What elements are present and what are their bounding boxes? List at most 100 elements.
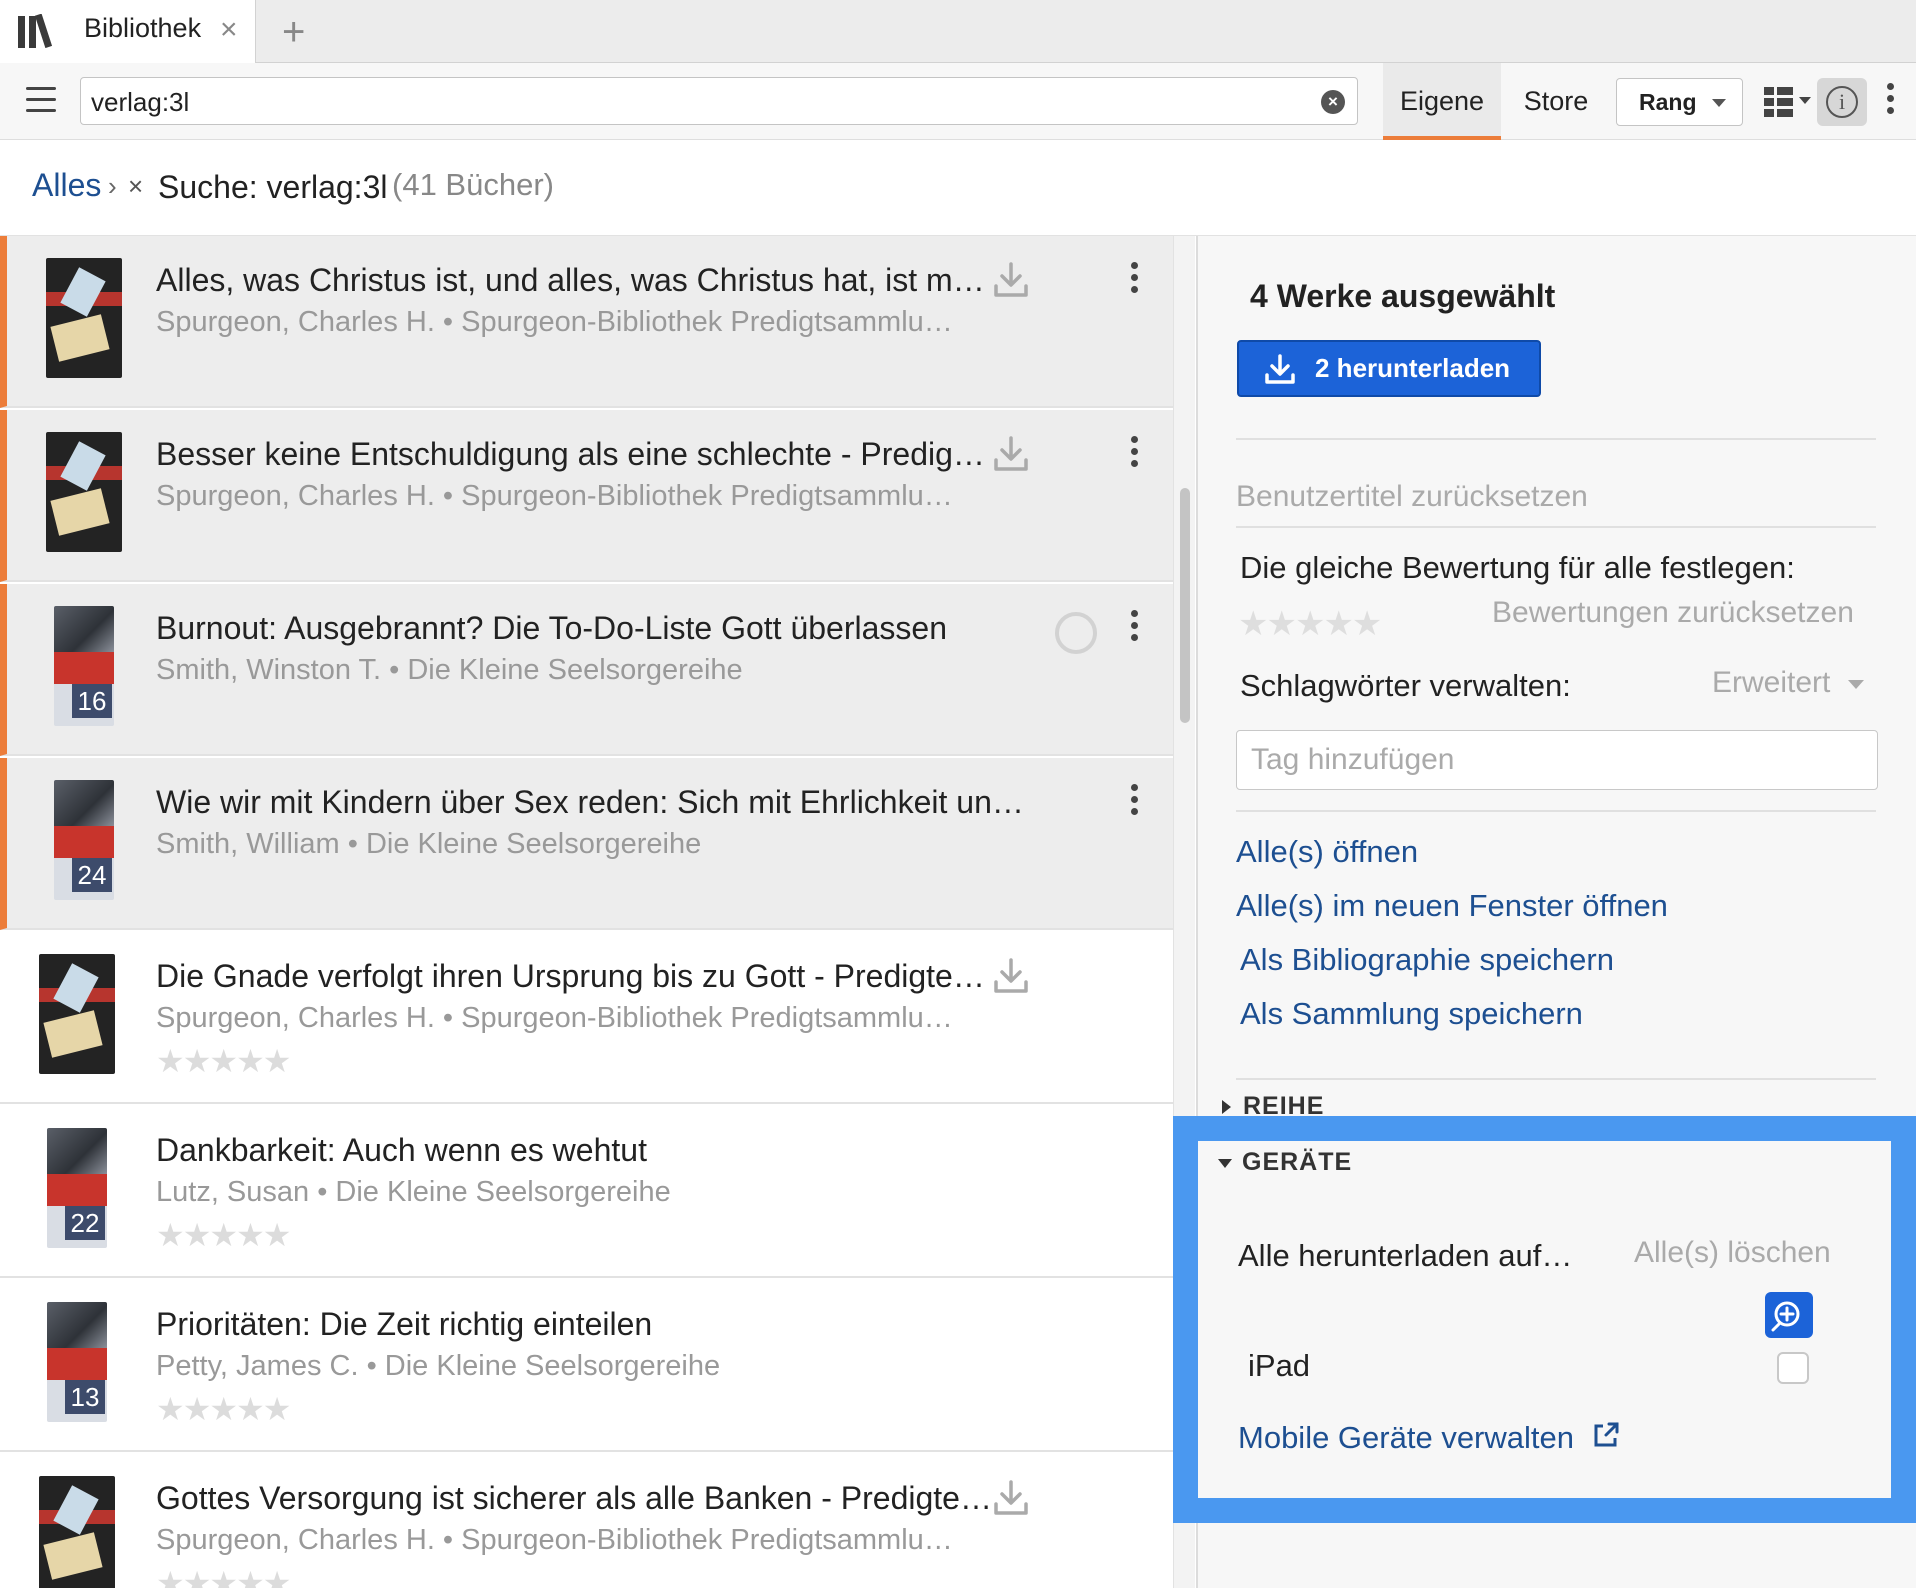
book-cover bbox=[39, 954, 115, 1074]
book-row[interactable]: Die Gnade verfolgt ihren Ursprung bis zu… bbox=[0, 932, 1173, 1104]
book-title: Besser keine Entschuldigung als eine sch… bbox=[156, 436, 985, 472]
cover-number: 13 bbox=[65, 1380, 105, 1414]
download-icon[interactable] bbox=[992, 434, 1030, 474]
book-row[interactable]: 13 Prioritäten: Die Zeit richtig einteile… bbox=[0, 1280, 1173, 1452]
device-name: iPad bbox=[1248, 1348, 1311, 1383]
open-all-link[interactable]: Alle(s) öffnen bbox=[1236, 834, 1418, 870]
book-subtitle: Spurgeon, Charles H. • Spurgeon-Biblioth… bbox=[156, 1524, 953, 1556]
book-list: Alles, was Christus ist, und alles, was … bbox=[0, 236, 1173, 1588]
row-more-options-icon[interactable] bbox=[1124, 784, 1144, 824]
book-cover: 24 bbox=[54, 780, 114, 900]
breadcrumb-all-link[interactable]: Alles bbox=[32, 167, 101, 204]
loading-spinner-icon bbox=[1055, 612, 1097, 654]
external-link-icon bbox=[1594, 1422, 1619, 1447]
delete-all-link[interactable]: Alle(s) löschen bbox=[1634, 1236, 1831, 1270]
book-row[interactable]: 16 Burnout: Ausgebrannt? Die To-Do-Liste … bbox=[0, 584, 1173, 756]
manage-devices-label: Mobile Geräte verwalten bbox=[1238, 1420, 1574, 1455]
book-rating-stars[interactable]: ★★★★★ bbox=[156, 1564, 291, 1588]
tab-own[interactable]: Eigene bbox=[1383, 63, 1501, 140]
book-subtitle: Petty, James C. • Die Kleine Seelsorgere… bbox=[156, 1350, 721, 1382]
view-mode-icon[interactable] bbox=[1764, 85, 1814, 117]
book-title: Prioritäten: Die Zeit richtig einteilen bbox=[156, 1306, 653, 1342]
toolbar: × Eigene Store Rang i bbox=[0, 63, 1916, 140]
rating-label: Die gleiche Bewertung für alle festlegen… bbox=[1240, 550, 1795, 585]
chevron-down-icon bbox=[1712, 99, 1726, 107]
download-selected-button[interactable]: 2 herunterladen bbox=[1237, 340, 1541, 397]
scrollbar-thumb[interactable] bbox=[1180, 488, 1190, 723]
sort-dropdown[interactable]: Rang bbox=[1616, 78, 1743, 126]
divider bbox=[1236, 438, 1876, 440]
book-title: Die Gnade verfolgt ihren Ursprung bis zu… bbox=[156, 958, 985, 994]
book-cover: 22 bbox=[47, 1128, 107, 1248]
clear-search-icon[interactable]: × bbox=[1321, 90, 1345, 114]
new-tab-button[interactable]: + bbox=[282, 8, 305, 56]
open-new-window-link[interactable]: Alle(s) im neuen Fenster öffnen bbox=[1236, 888, 1668, 924]
divider bbox=[1236, 810, 1876, 812]
tags-label: Schlagwörter verwalten: bbox=[1240, 668, 1571, 703]
book-title: Alles, was Christus ist, und alles, was … bbox=[156, 262, 985, 298]
book-cover: 16 bbox=[54, 606, 114, 726]
book-row[interactable]: 22 Dankbarkeit: Auch wenn es wehtut Lutz, … bbox=[0, 1106, 1173, 1278]
book-subtitle: Smith, William • Die Kleine Seelsorgerei… bbox=[156, 828, 702, 860]
book-row[interactable]: Gottes Versorgung ist sicherer als alle … bbox=[0, 1454, 1173, 1588]
book-title: Dankbarkeit: Auch wenn es wehtut bbox=[156, 1132, 647, 1168]
book-cover: 13 bbox=[47, 1302, 107, 1422]
chevron-down-icon bbox=[1848, 679, 1865, 689]
devices-section-label: GERÄTE bbox=[1242, 1148, 1353, 1176]
book-title: Wie wir mit Kindern über Sex reden: Sich… bbox=[156, 784, 1024, 820]
info-icon: i bbox=[1826, 86, 1858, 118]
reset-ratings-label: Bewertungen zurücksetzen bbox=[1492, 596, 1854, 629]
row-more-options-icon[interactable] bbox=[1124, 610, 1144, 650]
book-title: Burnout: Ausgebrannt? Die To-Do-Liste Go… bbox=[156, 610, 947, 646]
reset-titles-link[interactable]: Benutzertitel zurücksetzen bbox=[1236, 480, 1588, 514]
tab-library[interactable]: Bibliothek × bbox=[0, 0, 256, 63]
search-input[interactable] bbox=[91, 87, 1291, 118]
book-rating-stars[interactable]: ★★★★★ bbox=[156, 1216, 291, 1254]
tags-mode-dropdown[interactable]: Erweitert bbox=[1712, 666, 1865, 700]
download-icon[interactable] bbox=[992, 956, 1030, 996]
book-subtitle: Smith, Winston T. • Die Kleine Seelsorge… bbox=[156, 654, 743, 686]
more-options-icon[interactable] bbox=[1880, 83, 1900, 123]
book-row[interactable]: Alles, was Christus ist, und alles, was … bbox=[0, 236, 1173, 408]
zoom-in-icon[interactable] bbox=[1765, 1292, 1813, 1338]
breadcrumb-separator: › bbox=[108, 171, 117, 201]
book-title: Gottes Versorgung ist sicherer als alle … bbox=[156, 1480, 992, 1516]
download-icon[interactable] bbox=[992, 1478, 1030, 1518]
menu-icon[interactable] bbox=[26, 87, 56, 113]
download-button-label: 2 herunterladen bbox=[1315, 353, 1511, 383]
book-cover bbox=[39, 1476, 115, 1588]
book-subtitle: Spurgeon, Charles H. • Spurgeon-Biblioth… bbox=[156, 480, 953, 512]
tab-title: Bibliothek bbox=[84, 13, 202, 43]
save-bibliography-link[interactable]: Als Bibliographie speichern bbox=[1240, 942, 1614, 978]
book-row[interactable]: Besser keine Entschuldigung als eine sch… bbox=[0, 410, 1173, 582]
tag-input-box bbox=[1236, 730, 1878, 790]
row-more-options-icon[interactable] bbox=[1124, 436, 1144, 476]
selection-heading: 4 Werke ausgewählt bbox=[1250, 278, 1556, 314]
breadcrumb-search: Suche: verlag:3l bbox=[158, 169, 388, 205]
caret-right-icon bbox=[1222, 1100, 1231, 1115]
cover-number: 22 bbox=[65, 1206, 105, 1240]
info-button[interactable]: i bbox=[1817, 78, 1867, 126]
manage-devices-link[interactable]: Mobile Geräte verwalten bbox=[1238, 1420, 1621, 1456]
book-cover bbox=[46, 432, 122, 552]
book-rating-stars[interactable]: ★★★★★ bbox=[156, 1042, 291, 1080]
tags-mode-label: Erweitert bbox=[1712, 666, 1831, 699]
download-icon[interactable] bbox=[992, 260, 1030, 300]
download-all-on-label: Alle herunterladen auf… bbox=[1238, 1238, 1573, 1273]
book-subtitle: Spurgeon, Charles H. • Spurgeon-Biblioth… bbox=[156, 306, 953, 338]
book-subtitle: Lutz, Susan • Die Kleine Seelsorgereihe bbox=[156, 1176, 671, 1208]
ipad-checkbox[interactable] bbox=[1777, 1352, 1809, 1384]
tag-input[interactable] bbox=[1251, 743, 1851, 777]
tab-close-icon[interactable]: × bbox=[220, 13, 238, 47]
book-subtitle: Spurgeon, Charles H. • Spurgeon-Biblioth… bbox=[156, 1002, 953, 1034]
remove-filter-icon[interactable]: × bbox=[128, 171, 143, 202]
cover-number: 16 bbox=[72, 684, 112, 718]
save-collection-link[interactable]: Als Sammlung speichern bbox=[1240, 996, 1583, 1032]
row-more-options-icon[interactable] bbox=[1124, 262, 1144, 302]
rating-stars[interactable]: ★★★★★ bbox=[1238, 604, 1382, 644]
cover-number: 24 bbox=[72, 858, 112, 892]
book-row[interactable]: 24 Wie wir mit Kindern über Sex reden: Si… bbox=[0, 758, 1173, 930]
book-rating-stars[interactable]: ★★★★★ bbox=[156, 1390, 291, 1428]
tab-store[interactable]: Store bbox=[1508, 63, 1604, 140]
devices-section-toggle[interactable]: GERÄTE bbox=[1218, 1148, 1352, 1177]
